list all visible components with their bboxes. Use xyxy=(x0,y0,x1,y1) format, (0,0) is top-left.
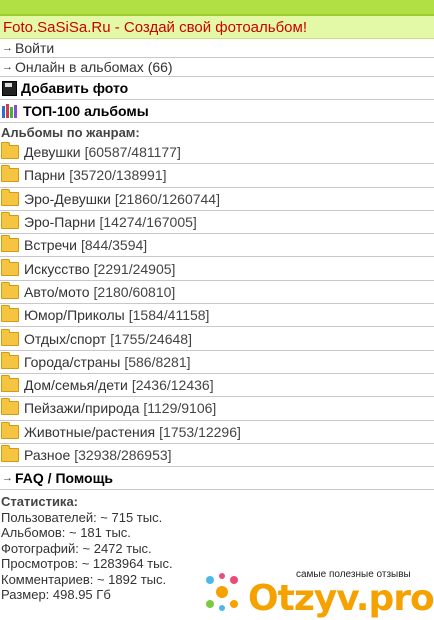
login-label: Войти xyxy=(15,40,55,56)
genre-count: [586/8281] xyxy=(124,353,191,370)
genre-item-auto-moto[interactable]: Авто/мото [2180/60810] xyxy=(0,281,434,305)
genre-list: Девушки [60587/481177] Парни [35720/138991… xyxy=(0,141,434,468)
login-link[interactable]: → Войти xyxy=(0,39,434,58)
genre-item-ero-girls[interactable]: Эро-Девушки [21860/1260744] xyxy=(0,188,434,211)
genre-item-leisure-sport[interactable]: Отдых/спорт [1755/24648] xyxy=(0,327,434,351)
folder-icon xyxy=(1,212,19,230)
genre-item-home-family[interactable]: Дом/семья/дети [2436/12436] xyxy=(0,374,434,398)
add-photo-link[interactable]: Добавить фото xyxy=(0,77,434,100)
genre-count: [32938/286953] xyxy=(74,447,172,463)
genre-count: [2180/60810] xyxy=(93,283,176,300)
genre-item-landscapes[interactable]: Пейзажи/природа [1129/9106] xyxy=(0,397,434,421)
genre-count: [35720/138991] xyxy=(69,167,167,184)
folder-icon xyxy=(1,142,19,160)
genre-label: Эро-Парни xyxy=(24,214,96,231)
genre-label: Разное xyxy=(24,447,71,463)
arrow-right-icon: → xyxy=(2,472,13,485)
genre-label: Девушки xyxy=(24,144,81,161)
folder-icon xyxy=(1,328,19,346)
arrow-right-icon: → xyxy=(2,42,13,54)
books-icon xyxy=(2,104,17,118)
folder-icon xyxy=(1,281,19,299)
genre-label: Отдых/спорт xyxy=(24,330,107,347)
folder-icon xyxy=(1,421,19,439)
folder-icon xyxy=(1,351,19,369)
online-albums-link[interactable]: → Онлайн в альбомах (66) xyxy=(0,58,434,77)
top100-link[interactable]: ТОП-100 альбомы xyxy=(0,100,434,123)
genres-heading: Альбомы по жанрам: xyxy=(1,125,140,140)
genre-item-ero-guys[interactable]: Эро-Парни [14274/167005] xyxy=(0,211,434,235)
floppy-disk-icon xyxy=(2,80,17,96)
genre-count: [1753/12296] xyxy=(159,423,241,440)
folder-icon xyxy=(1,165,19,183)
genre-count: [1129/9106] xyxy=(143,400,217,417)
genre-item-animals-plants[interactable]: Животные/растения [1753/12296] xyxy=(0,421,434,444)
genre-label: Дом/семья/дети xyxy=(24,377,128,394)
stats-albums: Альбомов: ~ 181 тыс. xyxy=(1,525,131,541)
online-albums-label: Онлайн в альбомах (66) xyxy=(15,59,173,75)
folder-icon xyxy=(1,235,19,253)
top-color-strip xyxy=(0,0,434,16)
genre-count: [1584/41158] xyxy=(128,307,210,324)
genre-count: [60587/481177] xyxy=(84,144,181,161)
folder-icon xyxy=(1,398,19,416)
stats-photos: Фотографий: ~ 2472 тыс. xyxy=(1,540,152,556)
genre-label: Искусство xyxy=(24,260,90,277)
stats-heading: Статистика: xyxy=(1,494,78,510)
genre-count: [2436/12436] xyxy=(131,377,214,394)
genre-item-misc[interactable]: Разное [32938/286953] xyxy=(0,444,434,468)
genre-item-cities-countries[interactable]: Города/страны [586/8281] xyxy=(0,351,434,374)
genre-count: [14274/167005] xyxy=(99,214,197,231)
otzyv-brand: Otzyv.pro xyxy=(248,578,434,619)
genre-label: Юмор/Приколы xyxy=(24,307,125,324)
genre-label: Города/страны xyxy=(24,353,121,370)
site-title-bar: Foto.SaSiSa.Ru - Создай свой фотоальбом! xyxy=(0,16,434,39)
folder-icon xyxy=(1,258,19,276)
genre-count: [2291/24905] xyxy=(93,260,176,277)
genre-item-art[interactable]: Искусство [2291/24905] xyxy=(0,257,434,281)
genre-count: [1755/24648] xyxy=(110,330,192,347)
otzyv-logo-icon xyxy=(206,573,238,611)
faq-link[interactable]: → FAQ / Помощь xyxy=(0,467,434,491)
genre-count: [844/3594] xyxy=(80,237,148,254)
arrow-right-icon: → xyxy=(2,61,13,73)
site-title[interactable]: Foto.SaSiSa.Ru - Создай свой фотоальбом! xyxy=(3,19,307,36)
genre-label: Парни xyxy=(24,167,66,184)
genre-item-meetings[interactable]: Встречи [844/3594] xyxy=(0,234,434,258)
genre-item-humor[interactable]: Юмор/Приколы [1584/41158] xyxy=(0,304,434,328)
faq-label: FAQ / Помощь xyxy=(15,470,114,487)
add-photo-label: Добавить фото xyxy=(21,80,129,96)
folder-icon xyxy=(1,305,19,323)
genre-item-girls[interactable]: Девушки [60587/481177] xyxy=(0,141,434,165)
otzyv-watermark: самые полезные отзывы Otzyv.pro xyxy=(200,564,434,619)
top100-label: ТОП-100 альбомы xyxy=(23,103,149,119)
genre-label: Пейзажи/природа xyxy=(24,400,140,417)
folder-icon xyxy=(1,375,19,393)
genre-label: Животные/растения xyxy=(24,423,156,440)
genre-label: Встречи xyxy=(24,237,77,254)
stats-users: Пользователей: ~ 715 тыс. xyxy=(1,509,163,525)
genre-item-guys[interactable]: Парни [35720/138991] xyxy=(0,164,434,188)
genre-count: [21860/1260744] xyxy=(114,190,220,207)
genre-label: Авто/мото xyxy=(24,283,90,300)
genre-label: Эро-Девушки xyxy=(24,190,111,207)
folder-icon xyxy=(1,188,19,206)
folder-icon xyxy=(1,445,19,462)
